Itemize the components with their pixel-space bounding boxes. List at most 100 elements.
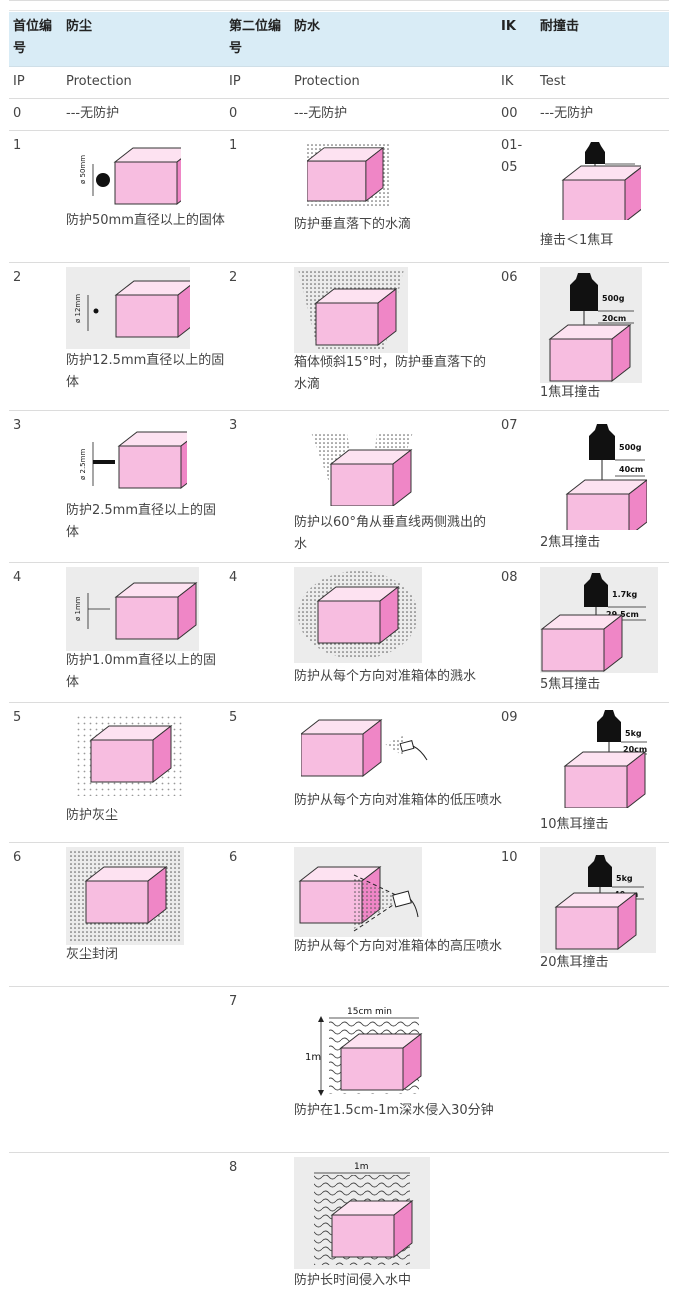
header-ik: IK xyxy=(501,19,516,34)
water-level: 3 xyxy=(229,418,238,433)
dust-50mm-diagram: ø 50mm xyxy=(71,144,181,210)
ik-level: 07 xyxy=(501,418,518,433)
water-description: 箱体倾斜15°时，防护垂直落下的水滴 xyxy=(294,355,487,392)
table-row: 8 1m 防护长时间侵入水中 xyxy=(9,1152,669,1301)
impact-description: 1焦耳撞击 xyxy=(540,385,601,400)
impact-hammer-diagram xyxy=(561,136,641,220)
dust-12mm-diagram: ø 12mm xyxy=(66,267,190,349)
dust-tight-diagram xyxy=(66,847,184,945)
ik-level: 00 xyxy=(501,106,518,121)
table-row: 2 ø 12mm 防护12.5mm直径以上的固体 2 箱体倾斜15°时，防护垂直… xyxy=(9,262,669,411)
sub-protection-1: Protection xyxy=(66,74,132,89)
dust-description: 防护12.5mm直径以上的固体 xyxy=(66,353,225,390)
table-row: 3 ø 2.5mm 防护2.5mm直径以上的固体 3 防护以60°角从垂直线两侧… xyxy=(9,410,669,563)
header-impact: 耐撞击 xyxy=(540,19,580,34)
height-label: 40cm xyxy=(619,465,643,474)
water-description: 防护长时间侵入水中 xyxy=(294,1273,412,1288)
sub-protection-2: Protection xyxy=(294,74,360,89)
header-water: 防水 xyxy=(294,19,321,34)
weight-label: 500g xyxy=(619,443,642,452)
sub-ip-2: IP xyxy=(229,74,241,89)
dust-level: 4 xyxy=(13,570,22,585)
dust-1mm-diagram: ø 1mm xyxy=(66,567,199,651)
impact-description: 5焦耳撞击 xyxy=(540,677,601,692)
header-first-digit: 首位编号 xyxy=(13,19,53,56)
water-level: 0 xyxy=(229,106,238,121)
dust-description: 防护2.5mm直径以上的固体 xyxy=(66,503,217,540)
dust-level: 1 xyxy=(13,138,22,153)
dust-description: 防护灰尘 xyxy=(66,808,119,823)
water-splash-diagram xyxy=(294,567,422,663)
sub-test: Test xyxy=(540,74,566,89)
impact-description: 2焦耳撞击 xyxy=(540,535,601,550)
dust-description: 防护50mm直径以上的固体 xyxy=(66,213,225,228)
table-row: 6 灰尘封闭 6 防护从每个方向对准箱体的高压喷水 10 5kg 20焦耳撞击 xyxy=(9,842,669,987)
impact-09-diagram: 5kg 20cm xyxy=(563,708,649,808)
dust-level: 6 xyxy=(13,850,22,865)
water-description: 防护从每个方向对准箱体的高压喷水 xyxy=(294,939,503,954)
water-description: 防护以60°角从垂直线两侧溅出的水 xyxy=(294,515,487,552)
weight-label: 500g xyxy=(602,294,625,303)
water-drip-diagram xyxy=(307,144,391,206)
water-level: 8 xyxy=(229,1160,238,1175)
impact-description: ---无防护 xyxy=(540,106,594,121)
table-row: 7 15cm min 1m 防护在1.5cm-1m深水侵入30分钟 xyxy=(9,986,669,1153)
dust-level: 0 xyxy=(13,106,22,121)
height-label: 20cm xyxy=(602,314,626,323)
impact-07-diagram: 500g 40cm xyxy=(561,420,647,530)
water-low-pressure-jet-diagram xyxy=(301,716,431,782)
dust-description: 防护1.0mm直径以上的固体 xyxy=(66,653,217,690)
table-row: 5 防护灰尘 5 防护从每个方向对准箱体的低压喷水 09 5kg 20cm 10… xyxy=(9,702,669,843)
diameter-label: ø 50mm xyxy=(79,155,87,184)
header-second-digit: 第二位编号 xyxy=(229,19,282,56)
weight-label: 1.7kg xyxy=(612,590,637,599)
dust-description: 灰尘封闭 xyxy=(66,947,119,962)
dust-level: 3 xyxy=(13,418,22,433)
impact-description: 10焦耳撞击 xyxy=(540,817,609,832)
header-dust: 防尘 xyxy=(66,19,93,34)
table-row: 1 ø 50mm 防护50mm直径以上的固体 1 防护垂直落下的水滴 01-05 xyxy=(9,130,669,263)
impact-description: 20焦耳撞击 xyxy=(540,955,609,970)
top-label: 15cm min xyxy=(347,1007,392,1017)
water-continuous-immersion-diagram: 1m xyxy=(294,1157,430,1269)
weight-label: 5kg xyxy=(625,729,642,738)
table-row: 0 ---无防护 0 ---无防护 00 ---无防护 xyxy=(9,98,669,131)
impact-08-diagram: 1.7kg 29.5cm xyxy=(540,567,658,673)
depth-label: 1m xyxy=(354,1162,369,1172)
dust-description: ---无防护 xyxy=(66,106,120,121)
table-subheader-row: IP Protection IP Protection IK Test xyxy=(9,66,669,99)
impact-description: 撞击＜1焦耳 xyxy=(540,233,614,248)
table-header-row: 首位编号 防尘 第二位编号 防水 IK 耐撞击 xyxy=(9,12,669,67)
water-description: 防护在1.5cm-1m深水侵入30分钟 xyxy=(294,1103,494,1118)
diameter-label: ø 2.5mm xyxy=(79,449,87,480)
sub-ip-1: IP xyxy=(13,74,25,89)
water-high-pressure-jet-diagram xyxy=(294,847,422,937)
sub-ik: IK xyxy=(501,74,514,89)
water-level: 4 xyxy=(229,570,238,585)
diameter-label: ø 12mm xyxy=(74,294,82,323)
ik-level: 10 xyxy=(501,850,518,865)
water-tilt-diagram xyxy=(294,267,408,353)
ik-level: 09 xyxy=(501,710,518,725)
dust-protected-diagram xyxy=(77,716,183,796)
dust-level: 2 xyxy=(13,270,22,285)
ik-level: 01-05 xyxy=(501,138,523,175)
impact-10-diagram: 5kg 40cm xyxy=(540,847,656,953)
dust-level: 5 xyxy=(13,710,22,725)
table-row: 4 ø 1mm 防护1.0mm直径以上的固体 4 防护从每个方向对准箱体的溅水 … xyxy=(9,562,669,703)
water-spray-60deg-diagram xyxy=(307,426,417,506)
water-description: 防护垂直落下的水滴 xyxy=(294,217,412,232)
water-level: 7 xyxy=(229,994,238,1009)
water-level: 2 xyxy=(229,270,238,285)
water-level: 5 xyxy=(229,710,238,725)
depth-label: 1m xyxy=(305,1052,321,1063)
ik-level: 06 xyxy=(501,270,518,285)
impact-06-diagram: 500g 20cm xyxy=(540,267,642,383)
water-description: 防护从每个方向对准箱体的低压喷水 xyxy=(294,793,503,808)
dust-2.5mm-diagram: ø 2.5mm xyxy=(71,426,187,492)
water-immersion-30min-diagram: 15cm min 1m xyxy=(299,1004,429,1096)
water-description: 防护从每个方向对准箱体的溅水 xyxy=(294,669,477,684)
water-level: 1 xyxy=(229,138,238,153)
top-rule xyxy=(9,10,669,11)
ik-level: 08 xyxy=(501,570,518,585)
